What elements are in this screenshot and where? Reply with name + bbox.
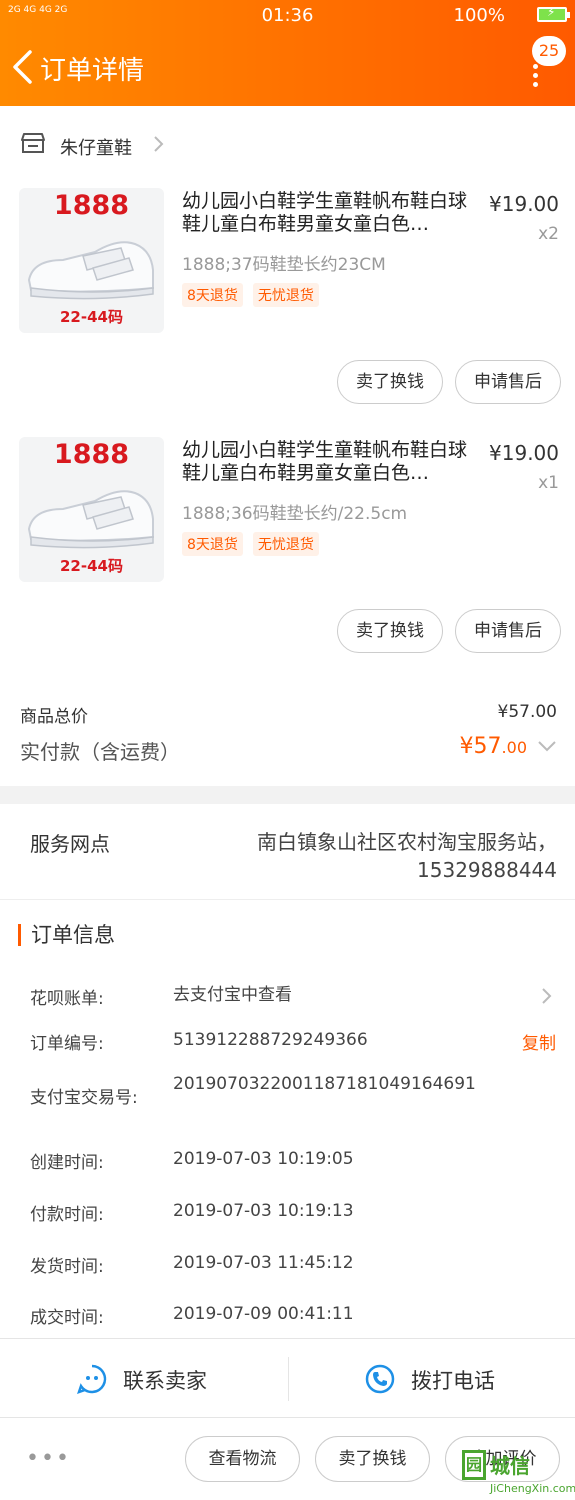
row-value: 513912288729249366: [173, 1030, 368, 1050]
battery-percent: 100%: [453, 5, 505, 26]
product-quantity: x2: [538, 224, 559, 244]
order-info-heading: 订单信息: [18, 924, 115, 946]
item-actions: 卖了换钱 申请售后: [325, 360, 561, 404]
product-thumbnail[interactable]: 1888 22-44码: [19, 188, 164, 333]
battery-icon: ⚡: [537, 5, 570, 22]
paid-amount-integer: 57: [473, 734, 502, 759]
service-tags: 8天退货 无忧退货: [182, 283, 329, 307]
chevron-right-icon: [154, 136, 164, 152]
row-value: 2019-07-03 10:19:05: [173, 1149, 354, 1169]
resell-button[interactable]: 卖了换钱: [337, 360, 443, 404]
call-phone-label: 拨打电话: [411, 1369, 495, 1393]
order-item[interactable]: 1888 22-44码 幼儿园小白鞋学生童鞋帆布鞋白球鞋儿童白布鞋男童女童白色……: [0, 437, 575, 665]
paid-amount-label: 实付款（含运费）: [20, 740, 180, 764]
product-title[interactable]: 幼儿园小白鞋学生童鞋帆布鞋白球鞋儿童白布鞋男童女童白色…: [182, 190, 482, 236]
service-tags: 8天退货 无忧退货: [182, 532, 329, 556]
status-bar: 2G 4G 4G 2G 01:36 100% ⚡: [0, 0, 575, 30]
message-count-badge[interactable]: 25: [532, 36, 566, 66]
goods-total-value: ¥57.00: [497, 702, 557, 722]
contact-seller-label: 联系卖家: [123, 1369, 207, 1393]
nav-header: 订单详情 25: [0, 30, 575, 106]
chevron-right-icon: [542, 988, 552, 1004]
page-title: 订单详情: [40, 56, 145, 86]
more-actions-icon[interactable]: •••: [26, 1446, 71, 1471]
chat-bubble-icon: [77, 1364, 107, 1394]
site-watermark: 园 城信 JiChengXin.com: [458, 1448, 575, 1500]
copy-button[interactable]: 复制: [522, 1029, 556, 1054]
product-quantity: x1: [538, 473, 559, 493]
thumb-number: 1888: [53, 439, 130, 470]
service-point-value: 南白镇象山社区农村淘宝服务站，15329888444: [257, 830, 557, 882]
row-value: 2019-07-09 00:41:11: [173, 1304, 354, 1324]
return-tag: 8天退货: [182, 283, 243, 307]
thumb-number: 1888: [53, 190, 130, 221]
phone-icon: [365, 1364, 395, 1394]
service-point-row: 服务网点 南白镇象山社区农村淘宝服务站，15329888444: [0, 804, 575, 900]
product-price: ¥19.00: [489, 441, 559, 465]
shoe-image: [27, 490, 154, 549]
row-label: 发货时间:: [30, 1257, 104, 1277]
goods-total-label: 商品总价: [20, 707, 88, 727]
paid-amount-value: ¥57.00: [460, 734, 527, 759]
more-options-icon[interactable]: [532, 64, 540, 87]
thumb-size-range: 22-44码: [60, 308, 123, 326]
product-sku: 1888;36码鞋垫长约/22.5cm: [182, 504, 408, 524]
thumb-size-range: 22-44码: [60, 557, 123, 575]
product-sku: 1888;37码鞋垫长约23CM: [182, 255, 386, 275]
shoe-image: [27, 241, 154, 300]
order-item[interactable]: 1888 22-44码 幼儿园小白鞋学生童鞋帆布鞋白球鞋儿童白布鞋男童女童白色……: [0, 188, 575, 416]
shop-row[interactable]: 朱仔童鞋: [0, 106, 575, 182]
resell-button[interactable]: 卖了换钱: [337, 609, 443, 653]
after-sales-button[interactable]: 申请售后: [455, 360, 561, 404]
watermark-url: JiChengXin.com: [490, 1482, 575, 1495]
row-value: 去支付宝中查看: [173, 985, 292, 1005]
resell-button[interactable]: 卖了换钱: [315, 1436, 430, 1482]
row-label: 花呗账单:: [30, 989, 104, 1009]
row-label: 创建时间:: [30, 1153, 104, 1173]
after-sales-button[interactable]: 申请售后: [455, 609, 561, 653]
price-summary: 商品总价 ¥57.00 实付款（含运费） ¥57.00: [0, 696, 575, 786]
return-tag: 8天退货: [182, 532, 243, 556]
contact-bar: 联系卖家 拨打电话: [0, 1338, 575, 1418]
alipay-trade-number-row: 支付宝交易号: 2019070322001187181049164691: [30, 1073, 560, 1119]
service-point-label: 服务网点: [30, 832, 110, 856]
paid-amount-decimal: .00: [501, 738, 527, 757]
product-title[interactable]: 幼儿园小白鞋学生童鞋帆布鞋白球鞋儿童白布鞋男童女童白色…: [182, 439, 482, 485]
row-value: 2019-07-03 11:45:12: [173, 1253, 354, 1273]
back-arrow-icon[interactable]: [10, 48, 36, 86]
section-divider: [0, 786, 575, 804]
chevron-down-icon[interactable]: [537, 740, 557, 752]
worry-free-tag: 无忧退货: [252, 283, 319, 307]
row-value: 2019070322001187181049164691: [173, 1074, 476, 1094]
store-icon: [21, 133, 45, 153]
call-phone-button[interactable]: 拨打电话: [288, 1339, 575, 1419]
shop-name[interactable]: 朱仔童鞋: [60, 134, 132, 160]
view-logistics-button[interactable]: 查看物流: [185, 1436, 300, 1482]
currency-symbol: ¥: [459, 734, 474, 759]
contact-seller-button[interactable]: 联系卖家: [0, 1339, 287, 1419]
worry-free-tag: 无忧退货: [252, 532, 319, 556]
row-label: 成交时间:: [30, 1308, 104, 1328]
product-price: ¥19.00: [489, 192, 559, 216]
watermark-text: 城信: [490, 1454, 530, 1478]
row-label: 支付宝交易号:: [30, 1088, 138, 1108]
row-label: 订单编号:: [30, 1034, 104, 1054]
product-thumbnail[interactable]: 1888 22-44码: [19, 437, 164, 582]
watermark-logo-icon: 园: [462, 1450, 486, 1480]
row-label: 付款时间:: [30, 1205, 104, 1225]
item-actions: 卖了换钱 申请售后: [325, 609, 561, 653]
row-value: 2019-07-03 10:19:13: [173, 1201, 354, 1221]
